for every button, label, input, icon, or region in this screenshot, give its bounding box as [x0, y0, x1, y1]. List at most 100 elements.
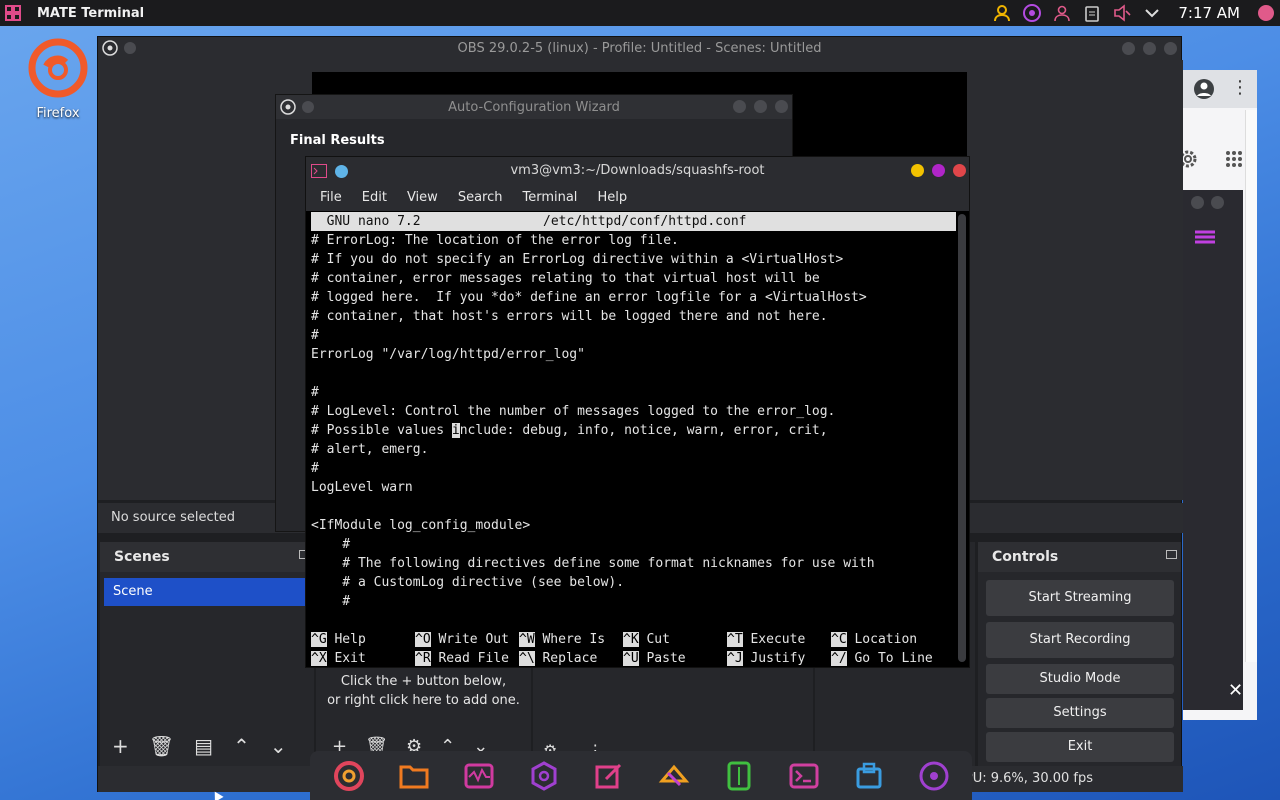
- obs-tray-icon[interactable]: [1022, 3, 1042, 23]
- text-line: # container, error messages relating to …: [311, 271, 820, 286]
- terminal-maximize-button[interactable]: [932, 164, 945, 177]
- scenes-toolbar: + 🗑 ▤ ⌃ ⌄: [100, 726, 314, 766]
- clock[interactable]: 7:17 AM: [1178, 4, 1240, 22]
- shortcut-execute[interactable]: ^T Execute: [727, 630, 831, 649]
- wizard-close-button[interactable]: [775, 100, 788, 113]
- text-line: #: [311, 537, 351, 552]
- volume-muted-icon[interactable]: [1112, 3, 1132, 23]
- hint-line-1: Click the + button below,: [340, 674, 507, 689]
- studio-mode-button[interactable]: Studio Mode: [986, 664, 1174, 694]
- shortcut-write-out[interactable]: ^O Write Out: [415, 630, 519, 649]
- obs-minimize-button[interactable]: [1122, 42, 1135, 55]
- settings-button[interactable]: Settings: [986, 698, 1174, 728]
- undock-icon[interactable]: [1166, 550, 1177, 559]
- terminal-titlebar[interactable]: vm3@vm3:~/Downloads/squashfs-root: [306, 157, 969, 184]
- text-cursor: i: [451, 423, 460, 438]
- chrome-icon[interactable]: [331, 758, 367, 794]
- text-line: # a CustomLog directive (see below).: [311, 575, 625, 590]
- shortcut-justify[interactable]: ^J Justify: [727, 649, 831, 668]
- shortcut-paste[interactable]: ^U Paste: [623, 649, 727, 668]
- hint-line-2: or right click here to add one.: [327, 693, 520, 708]
- move-up-icon[interactable]: ⌃: [233, 734, 250, 758]
- clipboard-icon[interactable]: [1082, 3, 1102, 23]
- menu-edit[interactable]: Edit: [352, 190, 397, 205]
- terminal-icon: [311, 164, 327, 178]
- shortcut-help[interactable]: ^G Help: [311, 630, 415, 649]
- shortcut-location[interactable]: ^C Location: [831, 630, 935, 649]
- terminal-minimize-button[interactable]: [911, 164, 924, 177]
- more-menu-icon[interactable]: ⋮: [1231, 77, 1249, 98]
- account-icon[interactable]: [1193, 78, 1215, 100]
- chevron-down-icon[interactable]: [1142, 3, 1162, 23]
- nano-header: GNU nano 7.2/etc/httpd/conf/httpd.conf: [311, 212, 956, 231]
- top-panel: MATE Terminal 7:17 AM: [0, 0, 1280, 26]
- app-store-icon[interactable]: [656, 758, 692, 794]
- close-icon[interactable]: ✕: [1228, 680, 1243, 701]
- popup-minimize-button[interactable]: [1191, 196, 1204, 209]
- add-scene-button[interactable]: +: [112, 734, 129, 758]
- text-line: # logged here. If you *do* define an err…: [311, 290, 867, 305]
- obs-titlebar[interactable]: OBS 29.0.2-5 (linux) - Profile: Untitled…: [98, 37, 1181, 60]
- menu-search[interactable]: Search: [448, 190, 513, 205]
- terminal-icon[interactable]: [786, 758, 822, 794]
- desktop-icon-firefox[interactable]: Firefox: [18, 36, 98, 121]
- shortcut-replace[interactable]: ^\ Replace: [519, 649, 623, 668]
- session-icon[interactable]: [1256, 3, 1276, 23]
- sources-hint: Click the + button below, or right click…: [316, 672, 531, 710]
- obs-icon[interactable]: [916, 758, 952, 794]
- wizard-maximize-button[interactable]: [754, 100, 767, 113]
- monitor-icon[interactable]: [461, 758, 497, 794]
- browser-toolbar: ⋮: [1183, 70, 1257, 108]
- obs-pin-button[interactable]: [124, 42, 136, 54]
- builder-icon[interactable]: [851, 758, 887, 794]
- shortcut-cut[interactable]: ^K Cut: [623, 630, 727, 649]
- scene-list-item[interactable]: Scene: [104, 578, 306, 606]
- obs-close-button[interactable]: [1164, 42, 1177, 55]
- obs-maximize-button[interactable]: [1143, 42, 1156, 55]
- account-icon[interactable]: [1052, 3, 1072, 23]
- firefox-icon: [28, 38, 88, 98]
- text-line: #: [311, 594, 351, 609]
- shortcut-go-to-line[interactable]: ^/ Go To Line: [831, 649, 935, 668]
- wizard-pin-button[interactable]: [302, 101, 314, 113]
- desktop-icon-label: Firefox: [36, 106, 80, 121]
- shortcut-read-file[interactable]: ^R Read File: [415, 649, 519, 668]
- text-line: # If you do not specify an ErrorLog dire…: [311, 252, 844, 267]
- trash-icon[interactable]: 🗑: [149, 734, 174, 758]
- menu-terminal[interactable]: Terminal: [512, 190, 587, 205]
- filter-icon[interactable]: ▤: [194, 734, 213, 758]
- text-line: # container, that host's errors will be …: [311, 309, 828, 324]
- exit-button[interactable]: Exit: [986, 732, 1174, 762]
- menu-icon[interactable]: [1195, 230, 1215, 244]
- wizard-titlebar[interactable]: Auto-Configuration Wizard: [276, 95, 792, 119]
- files-icon[interactable]: [396, 758, 432, 794]
- settings-app-icon[interactable]: [526, 758, 562, 794]
- popup-close-button[interactable]: [1211, 196, 1224, 209]
- terminal-menubar: File Edit View Search Terminal Help: [306, 184, 969, 211]
- terminal-scrollbar[interactable]: [958, 214, 966, 662]
- terminal-pin-button[interactable]: [335, 164, 348, 178]
- start-recording-button[interactable]: Start Recording: [986, 622, 1174, 658]
- obs-logo-icon: [280, 99, 296, 115]
- text-editor-icon[interactable]: [591, 758, 627, 794]
- menu-view[interactable]: View: [397, 190, 448, 205]
- text-line: [311, 497, 956, 516]
- shortcut-exit[interactable]: ^X Exit: [311, 649, 415, 668]
- user-icon[interactable]: [992, 3, 1012, 23]
- browser-scrollbar[interactable]: [1245, 110, 1257, 662]
- wizard-minimize-button[interactable]: [733, 100, 746, 113]
- shortcut-where-is[interactable]: ^W Where Is: [519, 630, 623, 649]
- menu-file[interactable]: File: [310, 190, 352, 205]
- cursor-line: # Possible values include: debug, info, …: [311, 423, 828, 438]
- notes-icon[interactable]: [721, 758, 757, 794]
- text-line: # ErrorLog: The location of the error lo…: [311, 233, 679, 248]
- apps-grid-icon[interactable]: [1225, 150, 1243, 168]
- move-down-icon[interactable]: ⌄: [270, 734, 287, 758]
- terminal-screen[interactable]: GNU nano 7.2/etc/httpd/conf/httpd.conf #…: [311, 212, 956, 668]
- start-streaming-button[interactable]: Start Streaming: [986, 580, 1174, 616]
- menu-help[interactable]: Help: [587, 190, 637, 205]
- text-line: [311, 364, 956, 383]
- app-menu-icon[interactable]: [0, 0, 26, 26]
- terminal-close-button[interactable]: [953, 164, 966, 177]
- taskbar-dock: [310, 751, 972, 800]
